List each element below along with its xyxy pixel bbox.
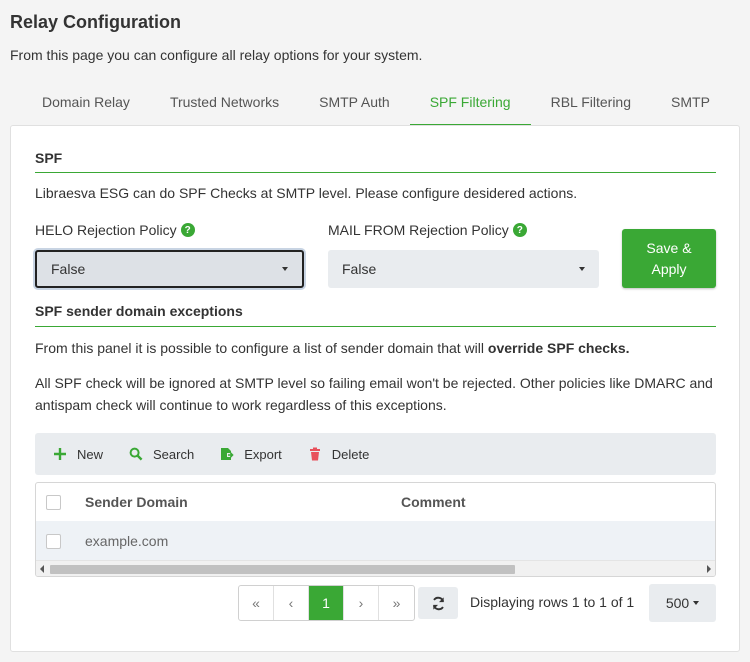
export-button[interactable]: Export	[220, 447, 282, 462]
plus-icon	[54, 448, 66, 460]
spf-description: Libraesva ESG can do SPF Checks at SMTP …	[35, 185, 578, 201]
tab-trusted-networks[interactable]: Trusted Networks	[150, 80, 299, 126]
refresh-icon	[432, 596, 444, 610]
pagination: « ‹ 1 › »	[238, 585, 415, 621]
page-size-value: 500	[665, 595, 690, 611]
help-icon[interactable]: ?	[180, 223, 195, 237]
new-button-label: New	[77, 446, 104, 462]
section-divider	[35, 326, 716, 327]
horizontal-scrollbar[interactable]	[36, 560, 715, 576]
page-size-select[interactable]: 500	[649, 584, 716, 622]
first-page-button[interactable]: «	[239, 586, 274, 620]
delete-button-label: Delete	[331, 446, 370, 462]
delete-button[interactable]: Delete	[308, 446, 370, 462]
helo-label-group: HELO Rejection Policy ?	[35, 222, 195, 238]
next-page-button[interactable]: ›	[344, 586, 379, 620]
settings-card: SPF Libraesva ESG can do SPF Checks at S…	[10, 125, 740, 652]
export-button-label: Export	[244, 446, 282, 462]
column-header-comment[interactable]: Comment	[401, 494, 466, 510]
mailfrom-rejection-select[interactable]: False	[328, 250, 599, 288]
tab-bar: Domain Relay Trusted Networks SMTP Auth …	[22, 80, 730, 126]
search-button[interactable]: Search	[129, 447, 194, 462]
help-icon[interactable]: ?	[512, 223, 527, 237]
mailfrom-label: MAIL FROM Rejection Policy	[328, 222, 509, 238]
exceptions-description-text: From this panel it is possible to config…	[35, 340, 488, 356]
column-header-sender-domain[interactable]: Sender Domain	[85, 494, 188, 510]
exceptions-description: From this panel it is possible to config…	[35, 337, 630, 359]
page-title: Relay Configuration	[10, 12, 182, 32]
select-all-checkbox[interactable]	[46, 494, 61, 510]
scroll-right-icon[interactable]	[707, 565, 711, 573]
tab-smtp-truncated[interactable]: SMTP	[651, 80, 730, 126]
cell-sender-domain: example.com	[85, 533, 169, 549]
search-button-label: Search	[153, 446, 195, 462]
prev-page-button[interactable]: ‹	[274, 586, 309, 620]
chevron-down-icon	[579, 267, 585, 271]
mailfrom-select-value: False	[342, 261, 377, 277]
search-icon	[129, 447, 143, 461]
last-page-button[interactable]: »	[379, 586, 414, 620]
grid-toolbar: New Search Export Delete	[35, 433, 716, 475]
mailfrom-label-group: MAIL FROM Rejection Policy ?	[328, 222, 527, 238]
exceptions-table: Sender Domain Comment example.com	[35, 482, 716, 577]
spf-section-title: SPF	[35, 150, 63, 166]
tab-rbl-filtering[interactable]: RBL Filtering	[531, 80, 651, 126]
save-apply-button[interactable]: Save & Apply	[622, 229, 716, 288]
table-header: Sender Domain Comment	[36, 483, 715, 521]
scroll-left-icon[interactable]	[40, 565, 44, 573]
page-description: From this page you can configure all rel…	[10, 47, 423, 63]
page-1-button[interactable]: 1	[309, 586, 344, 620]
helo-select-value: False	[51, 261, 86, 277]
chevron-down-icon	[282, 267, 288, 271]
table-row[interactable]: example.com	[36, 521, 715, 561]
rows-info: Displaying rows 1 to 1 of 1	[470, 594, 635, 610]
export-icon	[221, 448, 234, 460]
tab-domain-relay[interactable]: Domain Relay	[22, 80, 150, 126]
helo-label: HELO Rejection Policy	[35, 222, 177, 238]
exceptions-note: All SPF check will be ignored at SMTP le…	[35, 375, 713, 413]
exceptions-section-title: SPF sender domain exceptions	[35, 303, 243, 319]
exceptions-description-bold: override SPF checks.	[487, 340, 630, 356]
row-checkbox[interactable]	[46, 533, 61, 549]
chevron-down-icon	[693, 601, 700, 605]
new-button[interactable]: New	[53, 447, 103, 462]
tab-spf-filtering[interactable]: SPF Filtering	[409, 80, 531, 126]
trash-icon	[309, 447, 320, 461]
refresh-button[interactable]	[418, 587, 458, 619]
scrollbar-thumb[interactable]	[50, 565, 515, 574]
section-divider	[35, 172, 716, 173]
helo-rejection-select[interactable]: False	[35, 250, 304, 288]
tab-smtp-auth[interactable]: SMTP Auth	[299, 80, 410, 126]
